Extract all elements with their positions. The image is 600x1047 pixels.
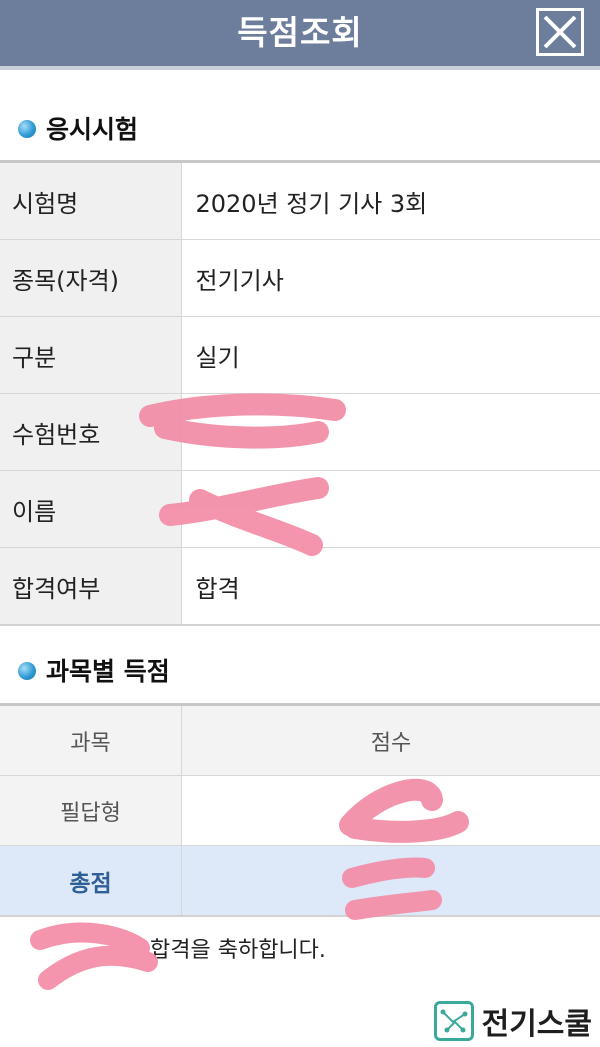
info-label: 합격여부 [0,547,182,625]
score-header-row: 과목 점수 [0,704,600,776]
section-scores-title: 과목별 득점 [46,657,170,686]
score-table: 과목 점수 필답형 총점 [0,703,600,917]
section-exam-heading: 응시시험 [18,110,138,150]
info-value: 합격 [181,547,600,625]
info-label: 이름 [0,470,182,548]
score-row-written: 필답형 [0,775,600,846]
exam-info-table: 시험명 2020년 정기 기사 3회 종목(자격) 전기기사 구분 실기 수험번… [0,160,600,626]
bullet-icon [18,120,36,138]
close-button[interactable] [536,8,584,56]
info-row-exam-name: 시험명 2020년 정기 기사 3회 [0,161,600,240]
score-value [181,775,600,846]
info-label: 구분 [0,316,182,394]
info-row-qualification: 종목(자격) 전기기사 [0,239,600,317]
score-subject: 필답형 [0,775,182,846]
info-value [181,470,600,548]
score-header-score: 점수 [181,704,600,776]
watermark-logo: 전기스쿨 [433,999,592,1043]
congrats-message: 합격을 축하합니다. [150,938,326,963]
section-scores-heading: 과목별 득점 [18,652,170,692]
section-exam-title: 응시시험 [46,115,139,144]
bullet-icon [18,662,36,680]
info-label: 시험명 [0,161,182,240]
redaction-mark-applicant-name [30,922,158,990]
info-value: 전기기사 [181,239,600,317]
score-total-label: 총점 [0,845,182,916]
close-icon [543,15,577,49]
info-label: 수험번호 [0,393,182,471]
info-row-name: 이름 [0,470,600,548]
info-row-exam-number: 수험번호 [0,393,600,471]
info-value: 2020년 정기 기사 3회 [195,189,428,218]
info-row-pass-status: 합격여부 합격 [0,547,600,625]
header-bar: 득점조회 [0,0,600,70]
info-value: 실기 [181,316,600,394]
page-title: 득점조회 [237,13,363,52]
watermark-name: 전기스쿨 [481,1007,592,1042]
info-value [181,393,600,471]
info-row-category: 구분 실기 [0,316,600,394]
info-label: 종목(자격) [0,239,182,317]
score-row-total: 총점 [0,845,600,916]
score-header-subject: 과목 [0,704,182,776]
circuit-icon [433,1001,474,1041]
score-total-value [181,845,600,916]
